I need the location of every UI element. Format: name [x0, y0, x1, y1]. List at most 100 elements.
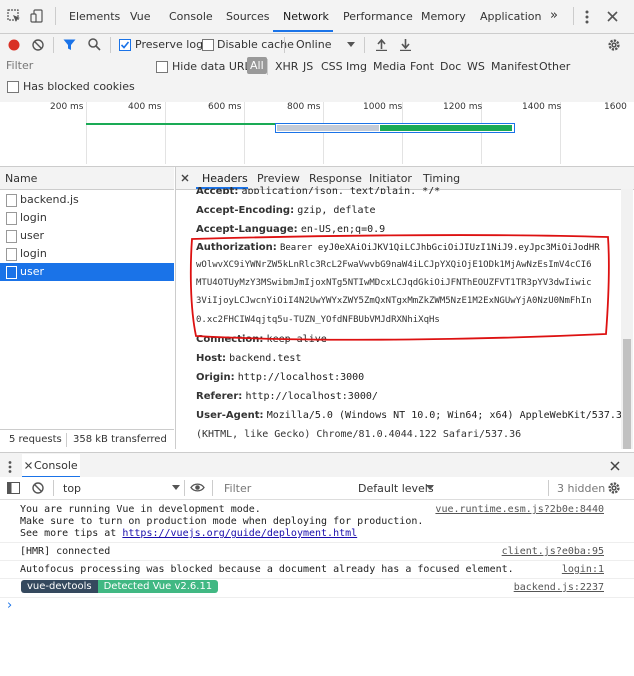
divider: [267, 59, 268, 75]
divider: [212, 480, 213, 496]
request-row[interactable]: login: [0, 209, 174, 227]
divider: [53, 480, 54, 496]
clear-icon[interactable]: [32, 39, 44, 51]
console-message: [HMR] connected: [20, 546, 111, 557]
request-row[interactable]: backend.js: [0, 191, 174, 209]
tab-sources[interactable]: Sources: [226, 10, 270, 23]
filter-type-media[interactable]: Media: [373, 60, 406, 73]
preserve-log-checkbox[interactable]: [119, 39, 131, 51]
network-overview-timeline[interactable]: 200 ms 400 ms 600 ms 800 ms 1000 ms 1200…: [0, 102, 634, 167]
timeline-tick: 800 ms: [287, 102, 321, 112]
request-count: 5 requests: [9, 434, 62, 445]
disable-cache-checkbox[interactable]: [202, 39, 214, 51]
request-name: user: [20, 265, 44, 278]
network-toolbar: Preserve log Disable cache Online: [0, 34, 634, 57]
preserve-log-label: Preserve log: [135, 38, 204, 51]
divider: [364, 37, 365, 53]
docs-link[interactable]: https://vuejs.org/guide/deployment.html: [122, 528, 357, 539]
hide-data-urls-label: Hide data URLs: [172, 60, 257, 73]
chevron-down-icon: [172, 485, 180, 490]
tab-performance[interactable]: Performance: [343, 10, 413, 23]
console-filter-input[interactable]: Filter: [224, 482, 251, 495]
record-icon[interactable]: [8, 39, 20, 51]
active-tab-indicator: [273, 30, 333, 32]
filter-type-ws[interactable]: WS: [467, 60, 485, 73]
tab-network[interactable]: Network: [283, 10, 329, 23]
tab-application[interactable]: Application: [480, 10, 541, 23]
device-toolbar-icon[interactable]: [30, 9, 44, 23]
filter-type-doc[interactable]: Doc: [440, 60, 461, 73]
tab-console-drawer[interactable]: Console: [22, 454, 80, 478]
name-column-header[interactable]: Name: [5, 172, 37, 185]
context-select[interactable]: top: [63, 482, 81, 495]
divider: [184, 480, 185, 496]
tab-memory[interactable]: Memory: [421, 10, 466, 23]
console-settings-gear-icon[interactable]: [607, 481, 621, 495]
has-blocked-cookies-label: Has blocked cookies: [23, 80, 135, 93]
timeline-tick: 600 ms: [208, 102, 242, 112]
filter-type-font[interactable]: Font: [410, 60, 434, 73]
drawer-menu-icon[interactable]: [8, 461, 12, 473]
source-link[interactable]: vue.runtime.esm.js?2b0e:8440: [435, 504, 604, 515]
request-list: Name backend.js login user login user 5 …: [0, 167, 176, 450]
tab-console[interactable]: Console: [169, 10, 213, 23]
drawer-tab-bar: Console: [0, 452, 634, 478]
console-tab-label: Console: [34, 459, 78, 472]
divider: [548, 480, 549, 496]
timeline-tick: 1000 ms: [363, 102, 403, 112]
filter-icon[interactable]: [63, 39, 76, 51]
console-message: Autofocus processing was blocked because…: [20, 564, 514, 575]
file-icon: [6, 248, 17, 261]
file-icon: [6, 194, 17, 207]
filter-bar: Filter Hide data URLs All XHR JS CSS Img…: [0, 56, 634, 103]
source-link[interactable]: login:1: [562, 564, 604, 575]
filter-type-manifest[interactable]: Manifest: [491, 60, 538, 73]
has-blocked-cookies-checkbox[interactable]: [7, 81, 19, 93]
console-prompt[interactable]: ›: [7, 598, 12, 613]
filter-type-other[interactable]: Other: [539, 60, 570, 73]
log-levels-select[interactable]: Default levels: [358, 482, 434, 495]
close-drawer-icon[interactable]: [610, 461, 620, 471]
search-icon[interactable]: [88, 38, 101, 51]
filter-type-xhr[interactable]: XHR: [275, 60, 298, 73]
close-icon[interactable]: [607, 11, 618, 22]
throttling-select[interactable]: Online: [296, 38, 331, 51]
filter-type-js[interactable]: JS: [303, 60, 313, 73]
inspect-element-icon[interactable]: [7, 9, 21, 23]
timeline-tick: 1200 ms: [443, 102, 483, 112]
request-name: user: [20, 229, 44, 242]
console-message: See more tips at https://vuejs.org/guide…: [20, 528, 358, 539]
import-har-icon[interactable]: [376, 38, 387, 51]
console-message: You are running Vue in development mode.: [20, 504, 261, 515]
timeline-tick: 200 ms: [50, 102, 84, 112]
clear-console-icon[interactable]: [32, 482, 44, 494]
request-row[interactable]: login: [0, 245, 174, 263]
filter-type-css[interactable]: CSS: [321, 60, 343, 73]
console-toolbar: top Filter Default levels 3 hidden: [0, 477, 634, 500]
more-options-icon[interactable]: [585, 10, 589, 24]
request-details-panel: Headers Preview Response Initiator Timin…: [176, 167, 634, 449]
live-expression-eye-icon[interactable]: [190, 482, 205, 493]
source-link[interactable]: client.js?e0ba:95: [502, 546, 604, 557]
sidebar-toggle-icon[interactable]: [7, 482, 20, 494]
request-row-selected[interactable]: user: [0, 263, 174, 281]
tab-vue[interactable]: Vue: [130, 10, 151, 23]
filter-input[interactable]: Filter: [6, 59, 33, 72]
more-tabs-button[interactable]: »: [550, 8, 558, 23]
filter-type-all[interactable]: All: [247, 57, 267, 74]
timeline-selection: [275, 123, 515, 133]
tab-elements[interactable]: Elements: [69, 10, 120, 23]
source-link[interactable]: backend.js:2237: [514, 582, 604, 593]
filter-type-img[interactable]: Img: [346, 60, 367, 73]
chevron-down-icon: [426, 485, 434, 490]
hide-data-urls-checkbox[interactable]: [156, 61, 168, 73]
red-annotation-outline: [189, 234, 610, 341]
file-icon: [6, 266, 17, 279]
export-har-icon[interactable]: [400, 38, 411, 51]
request-row[interactable]: user: [0, 227, 174, 245]
close-tab-icon[interactable]: [25, 462, 32, 469]
settings-gear-icon[interactable]: [607, 38, 621, 52]
transferred-size: 358 kB transferred: [73, 434, 167, 445]
divider: [573, 7, 574, 25]
chevron-down-icon: [347, 42, 355, 47]
